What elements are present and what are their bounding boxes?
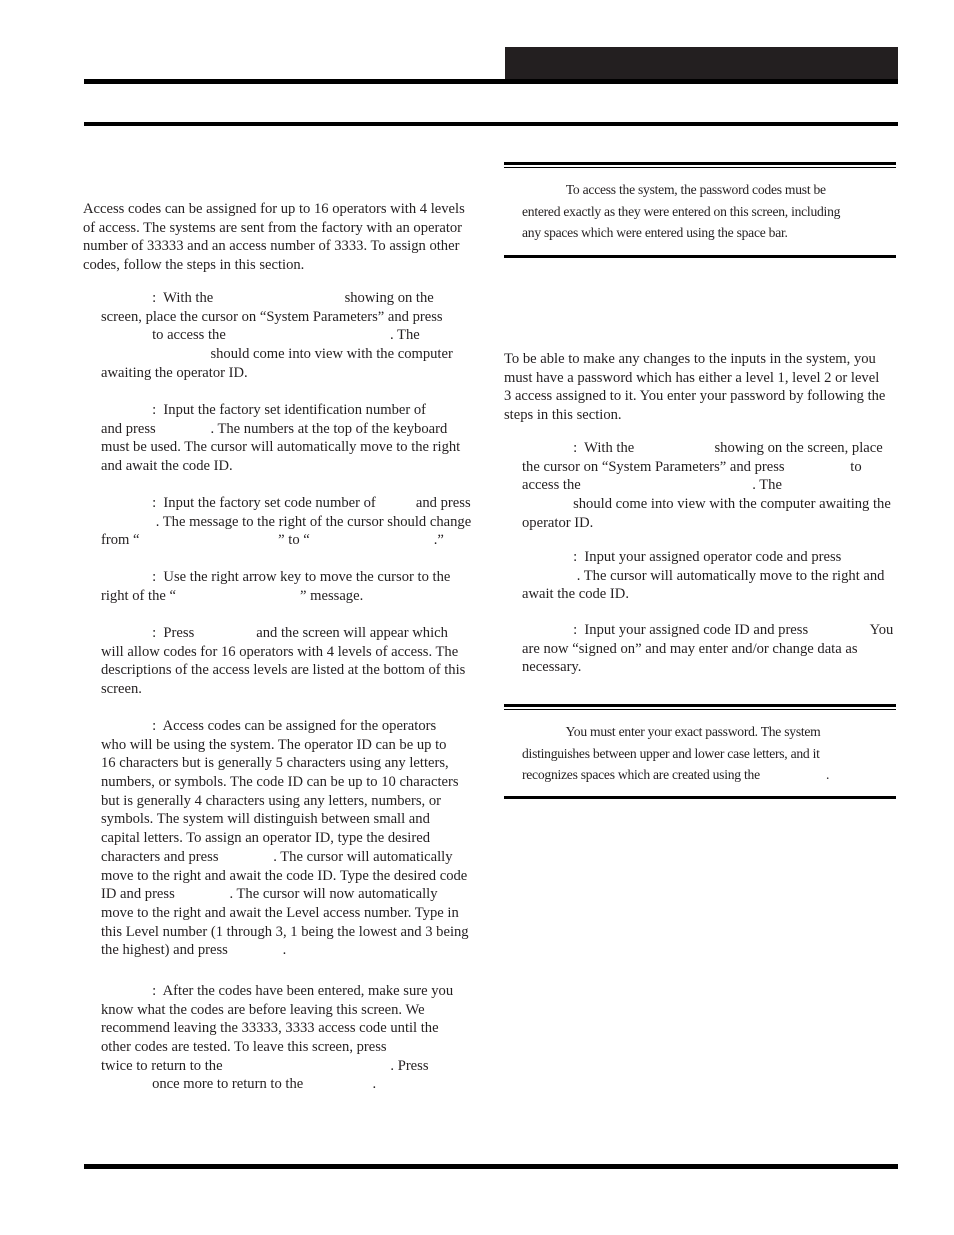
text-line: must be used. The cursor will automatica…: [101, 439, 461, 456]
text-line: should come into view with the computer: [101, 346, 453, 363]
text-line: of access. The systems are sent from the…: [83, 219, 463, 236]
left-step-7: : After the codes have been entered, mak…: [101, 982, 476, 1094]
text-line: . The cursor will automatically move to …: [522, 567, 885, 584]
note-top-rule: [504, 162, 896, 165]
text-line: the highest) and press .: [101, 942, 287, 959]
text-line: . The message to the right of the cursor…: [101, 513, 472, 530]
text-line: capital letters. To assign an operator I…: [101, 830, 430, 847]
text-line: this Level number (1 through 3, 1 being …: [101, 923, 469, 940]
text-line: and await the code ID.: [101, 458, 233, 475]
text-line: other codes are tested. To leave this sc…: [101, 1039, 387, 1056]
text-line: right of the “ ” message.: [101, 587, 364, 604]
left-step-1: : With the showing on the screen, place …: [101, 289, 476, 382]
left-step-6: : Access codes can be assigned for the o…: [101, 717, 476, 960]
header-title-block: [505, 47, 898, 80]
text-line: from “ ” to “ .”: [101, 532, 444, 549]
right-step-1: : With the showing on the screen, place …: [522, 439, 896, 532]
text-line: to access the . The: [101, 327, 420, 344]
text-line: 16 characters but is generally 5 charact…: [101, 755, 449, 772]
text-line: and press . The numbers at the top of th…: [101, 420, 448, 437]
text-line: who will be using the system. The operat…: [101, 736, 447, 753]
text-line: codes, follow the steps in this section.: [83, 257, 305, 274]
text-line: recognizes spaces which are created usin…: [522, 767, 830, 782]
note-bottom-rule: [504, 255, 896, 258]
text-line: are now “signed on” and may enter and/or…: [522, 640, 858, 657]
text-line: but is generally 4 characters using any …: [101, 792, 442, 809]
text-line: 3 access assigned to it. You enter your …: [504, 388, 886, 405]
text-line: know what the codes are before leaving t…: [101, 1001, 425, 1018]
text-line: screen, place the cursor on “System Para…: [101, 308, 443, 325]
text-line: move to the right and await the Level ac…: [101, 904, 459, 921]
right-intro-paragraph: To be able to make any changes to the in…: [504, 350, 896, 425]
header-rule: [84, 79, 898, 84]
text-line: entered exactly as they were entered on …: [522, 203, 841, 219]
text-line: : After the codes have been entered, mak…: [101, 983, 454, 999]
text-line: characters and press . The cursor will a…: [101, 848, 453, 865]
left-step-4: : Use the right arrow key to move the cu…: [101, 568, 476, 605]
note-box-exact-password: You must enter your exact password. The …: [504, 704, 896, 800]
note-text: To access the system, the password codes…: [504, 168, 896, 244]
text-line: : Input the factory set code number of a…: [101, 495, 471, 511]
note-bottom-rule: [504, 796, 896, 799]
text-line: number of 33333 and an access number of …: [83, 238, 460, 255]
left-step-5: : Press and the screen will appear which…: [101, 624, 476, 699]
text-line: : Input the factory set identification n…: [101, 402, 427, 418]
text-line: : Input your assigned code ID and press …: [522, 622, 894, 638]
text-line: descriptions of the access levels are li…: [101, 662, 466, 679]
note-text: You must enter your exact password. The …: [504, 710, 896, 786]
text-line: the cursor on “System Parameters” and pr…: [522, 458, 862, 475]
text-line: any spaces which were entered using the …: [522, 225, 788, 240]
footer-rule: [84, 1164, 898, 1169]
text-line: ID and press . The cursor will now autom…: [101, 886, 438, 903]
text-line: await the code ID.: [522, 586, 629, 603]
left-step-2: : Input the factory set identification n…: [101, 401, 476, 476]
text-line: screen.: [101, 681, 142, 698]
text-line: steps in this section.: [504, 407, 622, 424]
text-line: twice to return to the . Press: [101, 1057, 429, 1074]
text-line: numbers, or symbols. The code ID can be …: [101, 774, 459, 791]
section-rule: [84, 122, 898, 126]
text-line: : Use the right arrow key to move the cu…: [101, 569, 451, 585]
text-line: move to the right and await the code ID.…: [101, 867, 468, 884]
text-line: You must enter your exact password. The …: [522, 724, 821, 739]
left-intro-paragraph: Access codes can be assigned for up to 1…: [83, 200, 476, 275]
text-line: To be able to make any changes to the in…: [504, 351, 876, 367]
text-line: awaiting the operator ID.: [101, 364, 248, 381]
text-line: To access the system, the password codes…: [522, 182, 826, 197]
left-step-3: : Input the factory set code number of a…: [101, 494, 476, 550]
text-line: : Press and the screen will appear which: [101, 625, 448, 641]
text-line: access the . The: [522, 477, 782, 494]
text-line: necessary.: [522, 659, 582, 676]
note-box-access-codes: To access the system, the password codes…: [504, 162, 896, 258]
text-line: : Input your assigned operator code and …: [522, 549, 842, 565]
right-step-3: : Input your assigned code ID and press …: [522, 621, 896, 677]
text-line: distinguishes between upper and lower ca…: [522, 745, 820, 761]
text-line: : Access codes can be assigned for the o…: [101, 718, 437, 734]
text-line: : With the showing on the screen, place: [522, 440, 883, 456]
text-line: : With the showing on the: [101, 290, 434, 306]
text-line: operator ID.: [522, 514, 594, 531]
text-line: recommend leaving the 33333, 3333 access…: [101, 1020, 439, 1037]
text-line: symbols. The system will distinguish bet…: [101, 811, 430, 828]
note-top-rule: [504, 704, 896, 707]
text-line: Access codes can be assigned for up to 1…: [83, 201, 465, 217]
text-line: must have a password which has either a …: [504, 369, 880, 386]
right-step-2: : Input your assigned operator code and …: [522, 548, 896, 604]
text-line: will allow codes for 16 operators with 4…: [101, 643, 459, 660]
text-line: should come into view with the computer …: [522, 496, 891, 513]
text-line: once more to return to the .: [101, 1076, 377, 1093]
